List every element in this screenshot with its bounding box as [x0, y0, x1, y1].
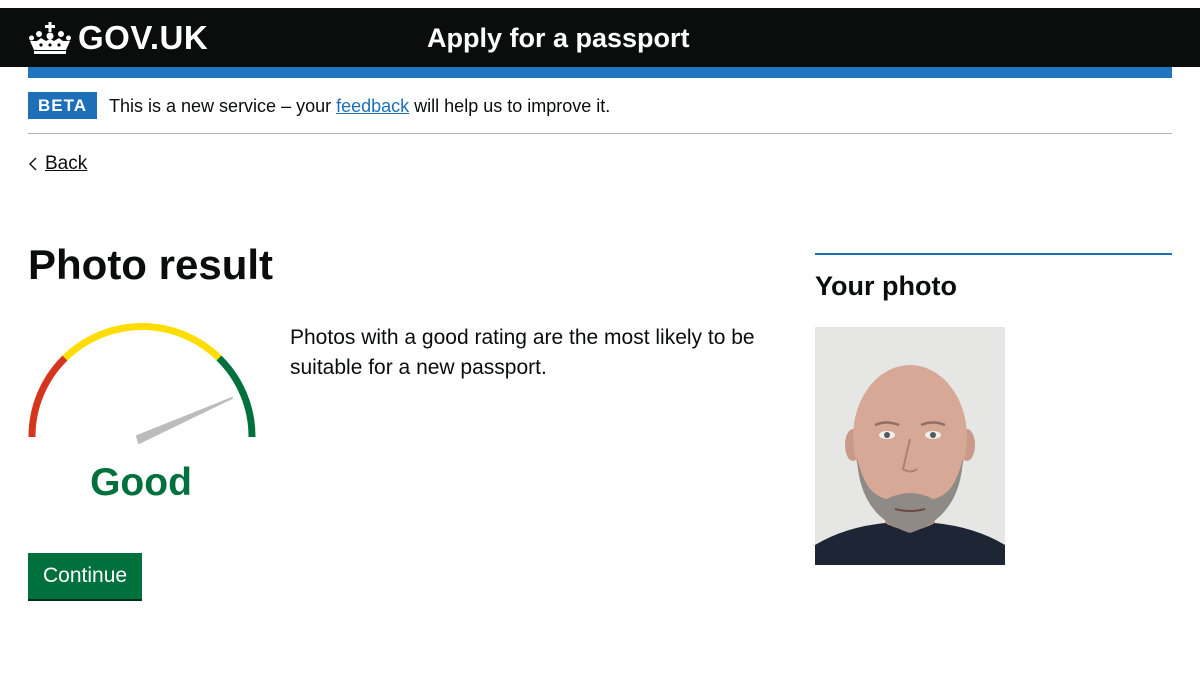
- gauge-needle: [136, 397, 233, 444]
- phase-banner-divider: [28, 133, 1172, 134]
- phase-text-after: will help us to improve it.: [409, 95, 611, 116]
- back-link-label: Back: [45, 153, 88, 174]
- govuk-logo-link[interactable]: GOV.UK: [28, 18, 208, 58]
- rating-gauge: [28, 323, 256, 444]
- page-title: Photo result: [28, 241, 274, 288]
- feedback-link[interactable]: feedback: [336, 96, 409, 116]
- your-photo-heading: Your photo: [815, 271, 957, 301]
- gauge-yellow-segment: [62, 323, 222, 361]
- header-blue-bar: [28, 67, 1172, 78]
- gauge-green-segment: [216, 355, 256, 438]
- crown-icon: [29, 22, 71, 54]
- phase-banner-text: This is a new service – your feedback wi…: [109, 94, 610, 118]
- site-header: GOV.UK Apply for a passport: [0, 8, 1200, 67]
- rating-description: Photos with a good rating are the most l…: [290, 326, 755, 379]
- passport-photo: [815, 327, 1005, 565]
- gauge-red-segment: [28, 355, 68, 438]
- aside-top-rule: [815, 253, 1172, 255]
- phase-banner: BETA This is a new service – your feedba…: [28, 92, 1172, 119]
- chevron-left-icon: [29, 157, 37, 171]
- back-link[interactable]: Back: [28, 152, 87, 176]
- rating-label: Good: [90, 461, 192, 504]
- phase-text-before: This is a new service – your: [109, 95, 337, 116]
- beta-tag: BETA: [28, 92, 98, 119]
- service-name[interactable]: Apply for a passport: [427, 21, 690, 55]
- govuk-logo-text: GOV.UK: [78, 19, 209, 56]
- continue-button[interactable]: Continue: [28, 553, 143, 599]
